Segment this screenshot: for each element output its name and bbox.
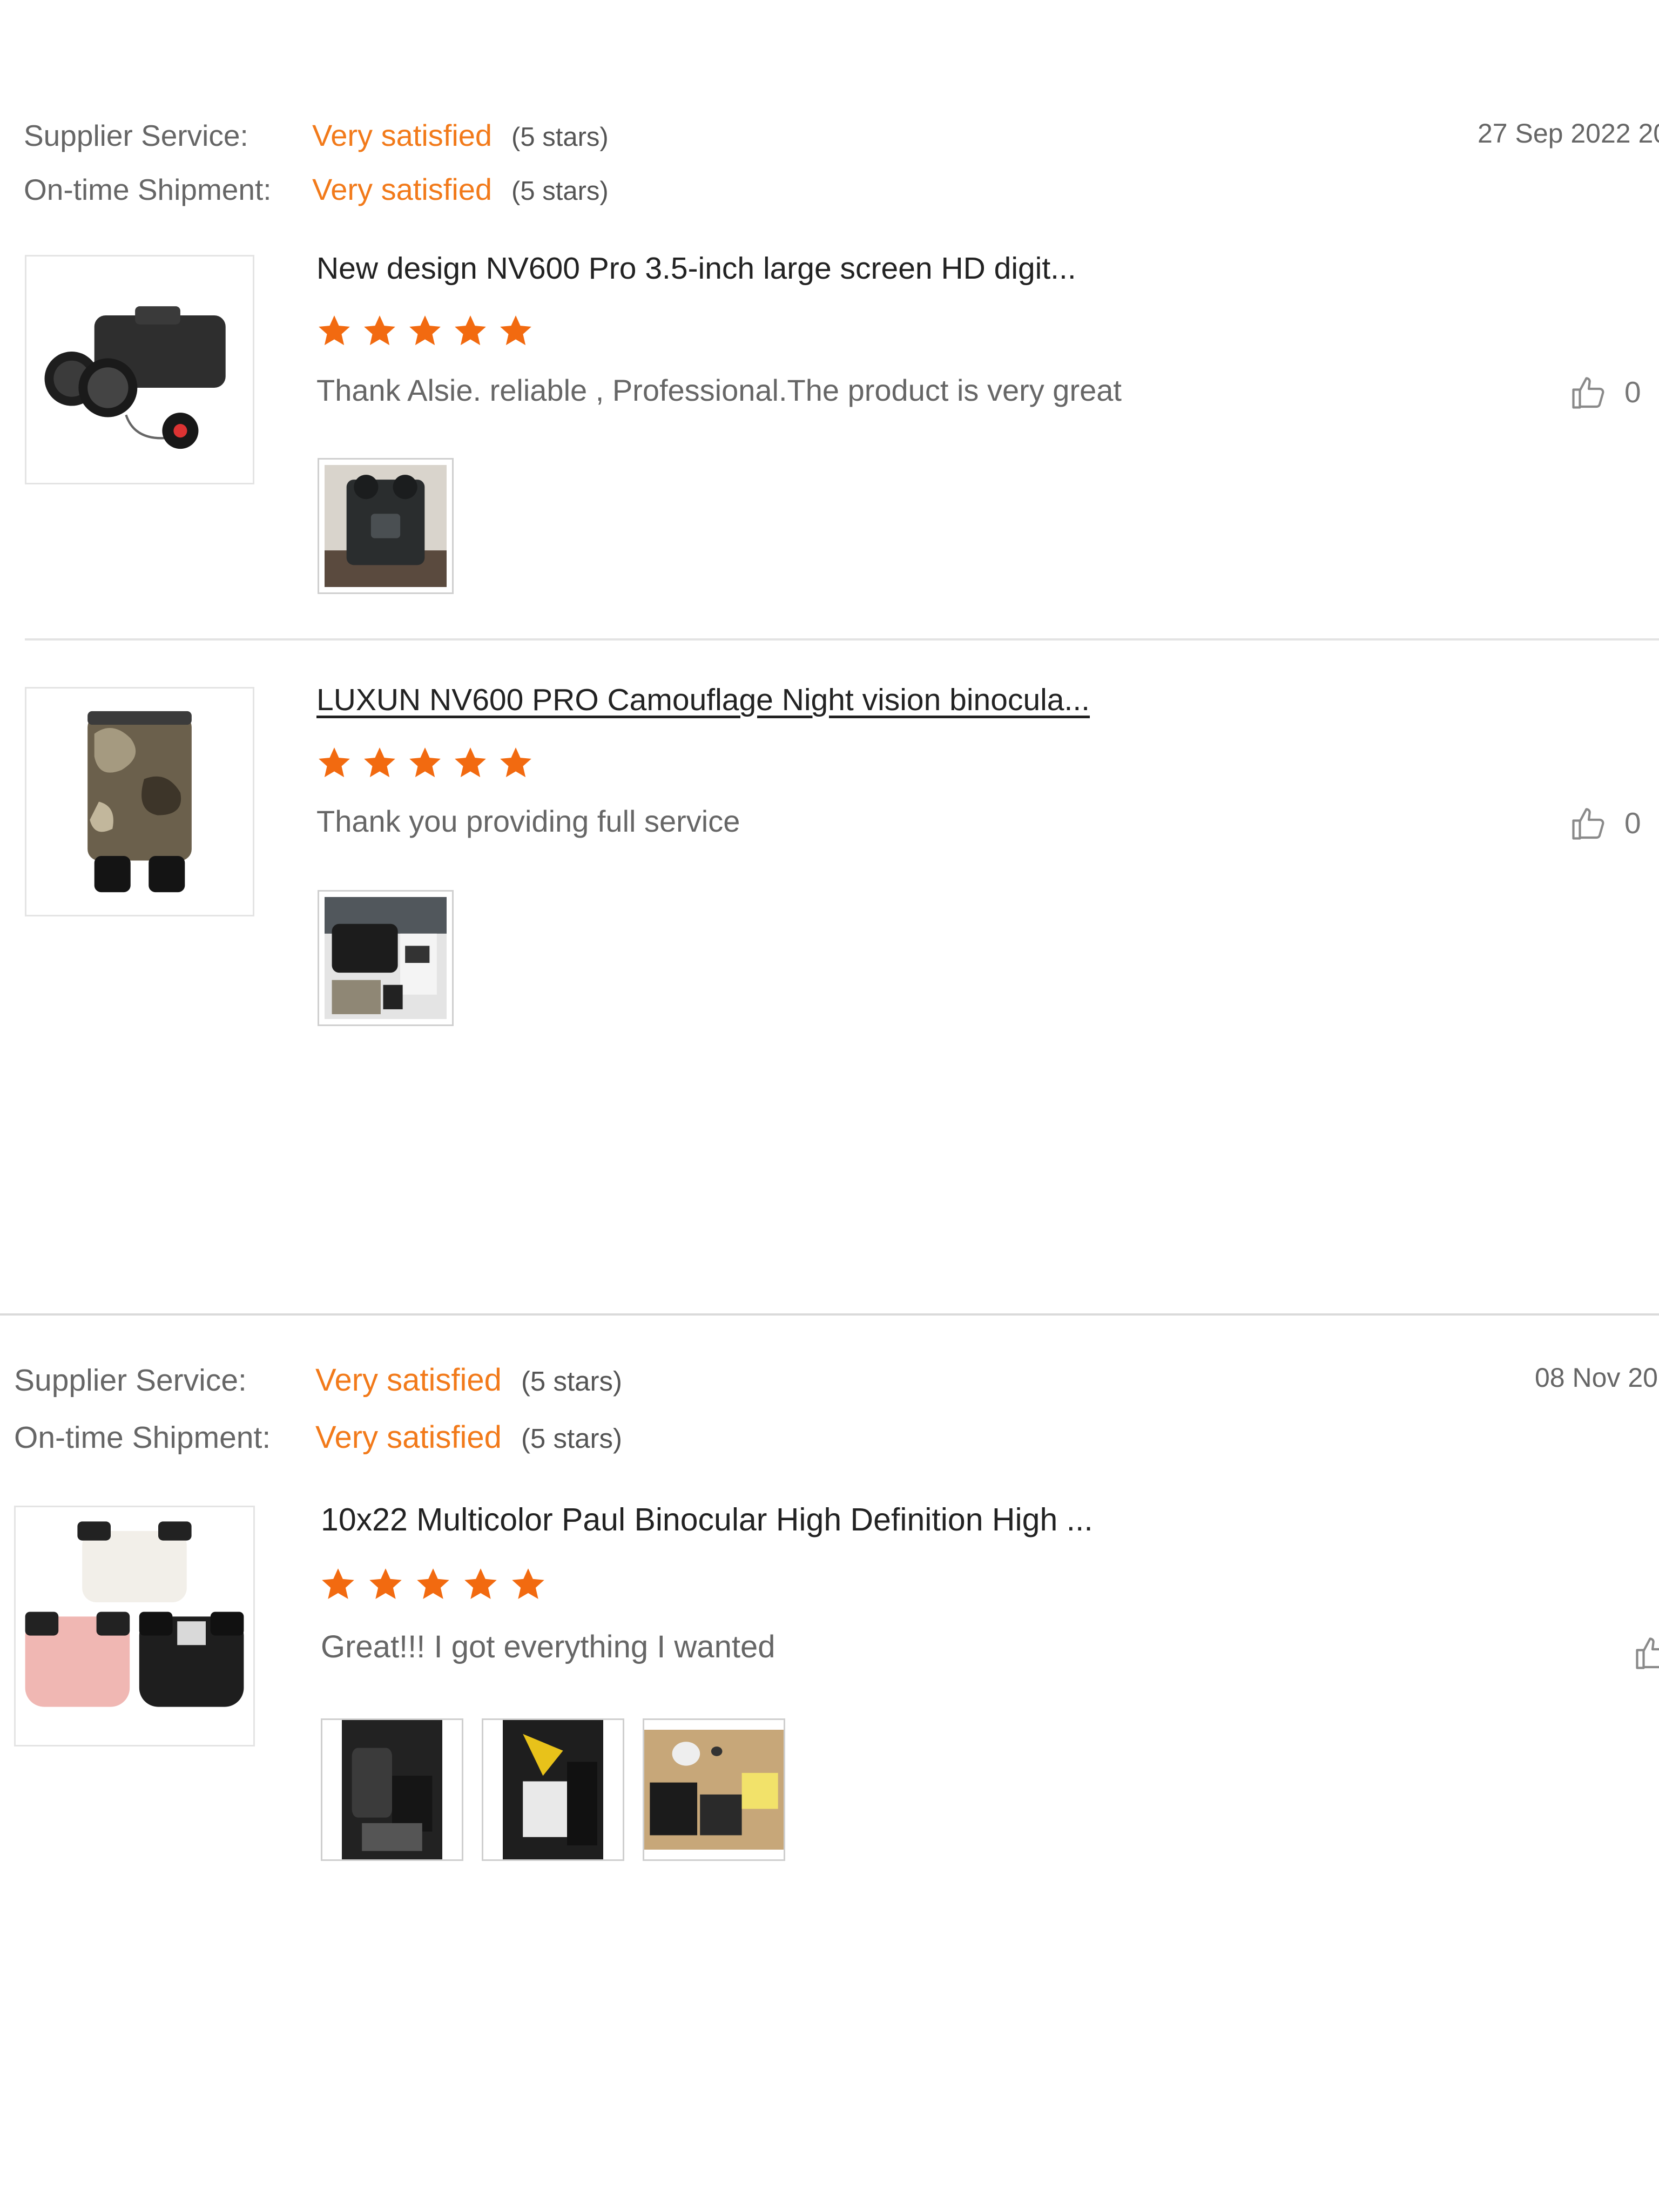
- product-title[interactable]: New design NV600 Pro 3.5-inch large scre…: [316, 251, 1076, 286]
- star-icon: [362, 745, 397, 781]
- star-icon: [320, 1566, 356, 1603]
- review-photo[interactable]: [321, 1718, 463, 1861]
- review-photo[interactable]: [643, 1718, 785, 1861]
- product-title-link[interactable]: LUXUN NV600 PRO Camouflage Night vision …: [316, 682, 1090, 718]
- shipment-row: On-time Shipment: Very satisfied (5 star…: [24, 172, 609, 207]
- shipment-value: Very satisfied: [312, 172, 493, 206]
- like-button[interactable]: [1633, 1633, 1659, 1672]
- supplier-service-value: Very satisfied: [312, 118, 493, 152]
- shipment-stars: (5 stars): [511, 177, 609, 206]
- product-rating: [316, 313, 534, 349]
- review-photo-image: [325, 897, 447, 1019]
- review-photo-image: [503, 1720, 603, 1859]
- binocular-image: [16, 1507, 253, 1745]
- product-image[interactable]: [14, 1506, 255, 1746]
- item-divider: [25, 638, 1659, 640]
- product-rating: [316, 745, 534, 781]
- binocular-image: [26, 257, 253, 483]
- product-image[interactable]: [25, 687, 254, 916]
- star-icon: [498, 745, 534, 781]
- like-button[interactable]: 0: [1569, 373, 1641, 412]
- review-comment: Great!!! I got everything I wanted: [321, 1629, 775, 1664]
- supplier-service-stars: (5 stars): [511, 123, 609, 152]
- product-image[interactable]: [25, 255, 254, 484]
- like-count: 0: [1624, 375, 1641, 409]
- shipment-label: On-time Shipment:: [14, 1420, 271, 1455]
- star-icon: [510, 1566, 547, 1603]
- thumbs-up-icon: [1569, 804, 1608, 842]
- star-icon: [407, 313, 443, 349]
- star-icon: [453, 313, 488, 349]
- review-photo-image: [342, 1720, 442, 1859]
- star-icon: [362, 313, 397, 349]
- like-button[interactable]: 0: [1569, 804, 1641, 842]
- star-icon: [407, 745, 443, 781]
- review-divider: [0, 1313, 1659, 1316]
- shipment-value: Very satisfied: [315, 1420, 502, 1455]
- review-photo[interactable]: [318, 458, 454, 594]
- like-count: 0: [1624, 806, 1641, 840]
- supplier-service-row: Supplier Service: Very satisfied (5 star…: [24, 118, 609, 153]
- supplier-service-label: Supplier Service:: [24, 119, 248, 152]
- shipment-stars: (5 stars): [521, 1423, 622, 1454]
- review-comment: Thank you providing full service: [316, 804, 740, 838]
- review-comment: Thank Alsie. reliable , Professional.The…: [316, 373, 1122, 407]
- product-title[interactable]: 10x22 Multicolor Paul Binocular High Def…: [321, 1501, 1093, 1538]
- review-photo-image: [644, 1730, 784, 1850]
- star-icon: [498, 313, 534, 349]
- review-date: 27 Sep 2022 20: [1478, 118, 1659, 149]
- supplier-service-value: Very satisfied: [315, 1363, 502, 1398]
- review-photo-image: [325, 465, 447, 587]
- supplier-service-stars: (5 stars): [521, 1366, 622, 1397]
- thumbs-up-icon: [1569, 373, 1608, 412]
- shipment-label: On-time Shipment:: [24, 173, 272, 206]
- supplier-service-row: Supplier Service: Very satisfied (5 star…: [14, 1362, 622, 1398]
- review-photo[interactable]: [318, 890, 454, 1026]
- supplier-service-label: Supplier Service:: [14, 1363, 247, 1398]
- shipment-row: On-time Shipment: Very satisfied (5 star…: [14, 1419, 622, 1455]
- star-icon: [367, 1566, 404, 1603]
- product-rating: [320, 1566, 547, 1603]
- star-icon: [453, 745, 488, 781]
- star-icon: [316, 745, 352, 781]
- star-icon: [462, 1566, 499, 1603]
- binocular-image: [26, 689, 253, 915]
- star-icon: [415, 1566, 451, 1603]
- review-date: 08 Nov 20: [1535, 1363, 1658, 1393]
- review-photo[interactable]: [482, 1718, 624, 1861]
- thumbs-up-icon: [1633, 1633, 1659, 1672]
- star-icon: [316, 313, 352, 349]
